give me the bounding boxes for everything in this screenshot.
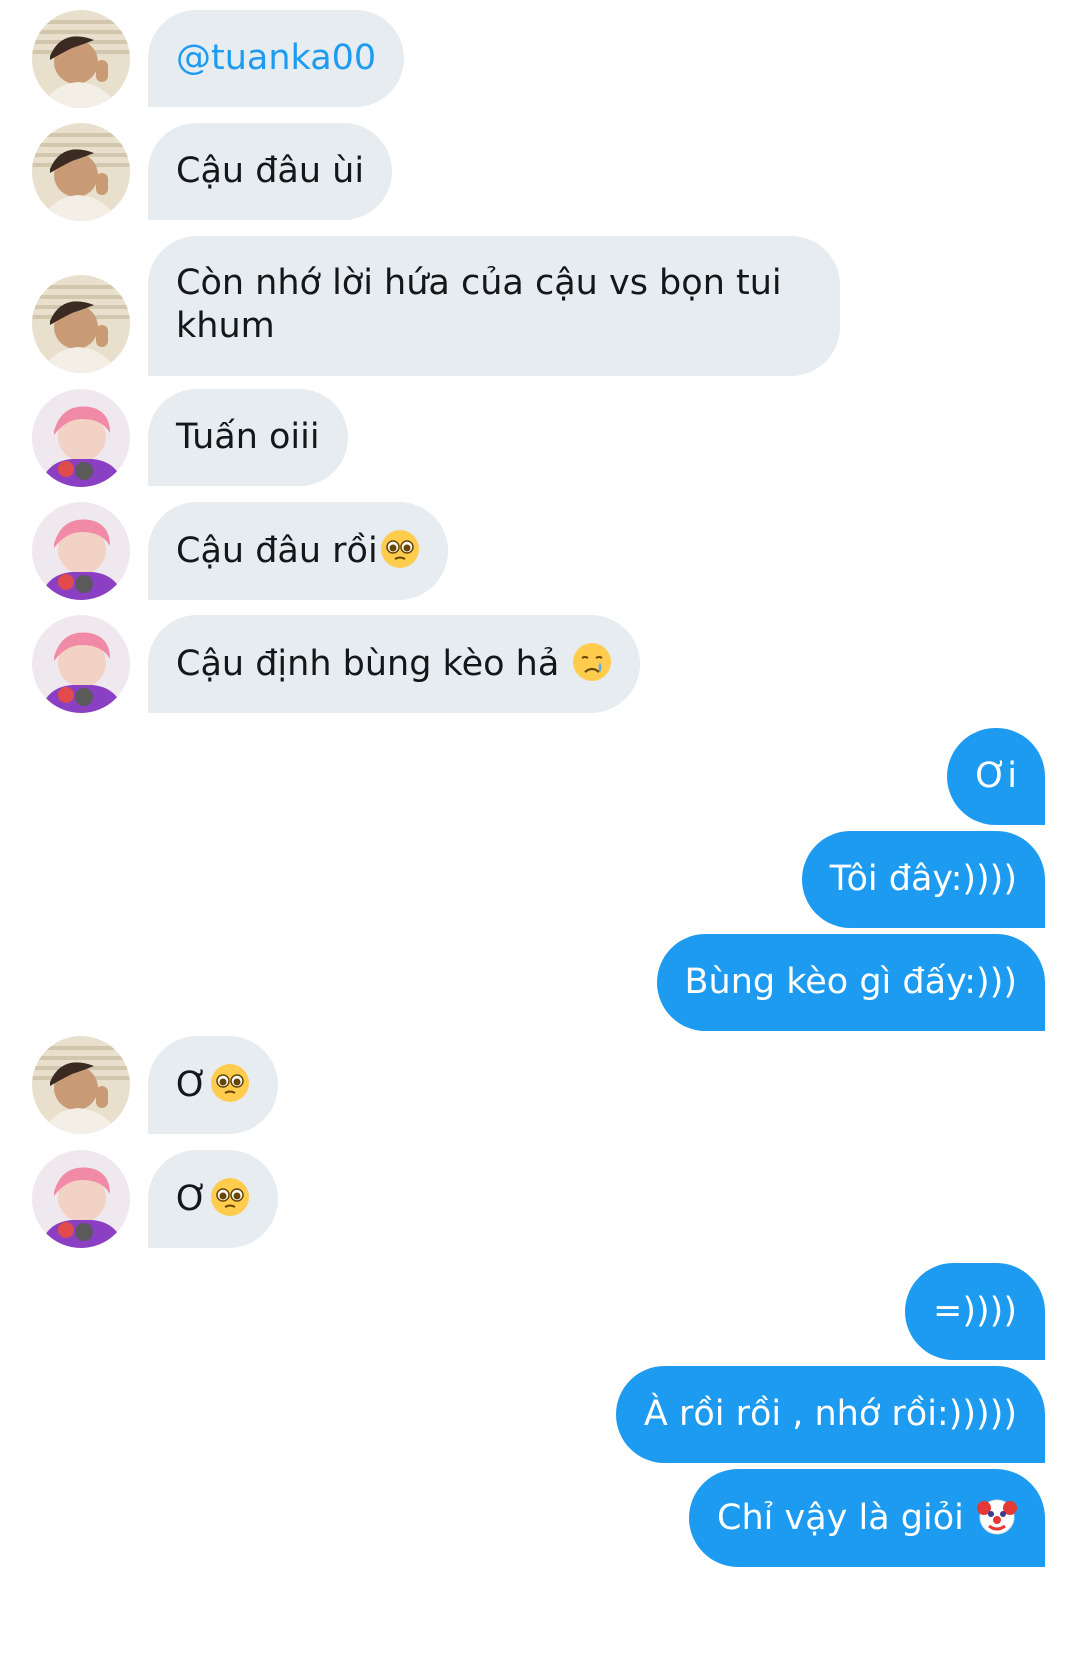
user-avatar-dark-hair-icon xyxy=(32,10,130,108)
user-avatar-pink-hair-icon xyxy=(32,502,130,600)
clown-face-emoji-icon xyxy=(977,1496,1017,1536)
message-bubble-outgoing[interactable]: À rồi rồi , nhớ rồi:))))) xyxy=(615,1366,1045,1463)
message-bubble-outgoing[interactable]: Chỉ vậy là giỏi xyxy=(689,1469,1045,1567)
pleading-face-emoji-icon xyxy=(210,1177,250,1217)
message-text: =)))) xyxy=(933,1291,1017,1331)
message-text: Ơ xyxy=(176,1179,208,1219)
pleading-face-emoji-icon xyxy=(380,529,420,569)
avatar[interactable] xyxy=(32,615,130,713)
message-text: Tôi đây:)))) xyxy=(829,859,1017,899)
user-avatar-dark-hair-icon xyxy=(32,275,130,373)
message-text: Tuấn oiii xyxy=(176,417,320,457)
message-text: À rồi rồi , nhớ rồi:))))) xyxy=(643,1394,1017,1434)
message-bubble-incoming[interactable]: Còn nhớ lời hứa của cậu vs bọn tui khum xyxy=(148,236,840,376)
message-bubble-incoming[interactable]: Ơ xyxy=(148,1036,278,1134)
pleading-face-emoji-icon xyxy=(210,1063,250,1103)
message-bubble-outgoing[interactable]: Ơi xyxy=(947,728,1045,825)
user-avatar-dark-hair-icon xyxy=(32,1036,130,1134)
message-text: Còn nhớ lời hứa của cậu vs bọn tui khum xyxy=(176,263,782,346)
message-bubble-incoming[interactable]: @tuanka00 xyxy=(148,10,405,107)
avatar[interactable] xyxy=(32,10,130,108)
crying-face-emoji-icon xyxy=(572,642,612,682)
user-avatar-pink-hair-icon xyxy=(32,389,130,487)
mention-link[interactable]: @tuanka00 xyxy=(176,38,376,78)
message-text: Ơi xyxy=(975,756,1017,796)
message-bubble-incoming[interactable]: Tuấn oiii xyxy=(148,389,348,486)
message-bubble-incoming[interactable]: Cậu đâu rồi xyxy=(148,502,448,600)
message-bubble-outgoing[interactable]: =)))) xyxy=(905,1263,1045,1360)
message-text: Cậu đâu rồi xyxy=(176,531,378,571)
user-avatar-dark-hair-icon xyxy=(32,123,130,221)
message-bubble-incoming[interactable]: Ơ xyxy=(148,1150,278,1248)
avatar[interactable] xyxy=(32,389,130,487)
avatar[interactable] xyxy=(32,123,130,221)
message-bubble-incoming[interactable]: Cậu đâu ùi xyxy=(148,123,393,220)
message-bubble-outgoing[interactable]: Bùng kèo gì đấy:))) xyxy=(656,934,1045,1031)
conversation-thread: @tuanka00 Cậu đâu ùi Còn nhớ lời hứa của… xyxy=(0,0,1080,1678)
user-avatar-pink-hair-icon xyxy=(32,1150,130,1248)
avatar[interactable] xyxy=(32,1150,130,1248)
message-text: Ơ xyxy=(176,1065,208,1105)
avatar[interactable] xyxy=(32,502,130,600)
user-avatar-pink-hair-icon xyxy=(32,615,130,713)
message-text: Chỉ vậy là giỏi xyxy=(717,1498,975,1538)
message-bubble-outgoing[interactable]: Tôi đây:)))) xyxy=(801,831,1045,928)
avatar[interactable] xyxy=(32,275,130,373)
message-text: Cậu định bùng kèo hả xyxy=(176,644,571,684)
message-text: Cậu đâu ùi xyxy=(176,151,365,191)
message-bubble-incoming[interactable]: Cậu định bùng kèo hả xyxy=(148,615,641,713)
avatar[interactable] xyxy=(32,1036,130,1134)
message-text: Bùng kèo gì đấy:))) xyxy=(684,962,1017,1002)
